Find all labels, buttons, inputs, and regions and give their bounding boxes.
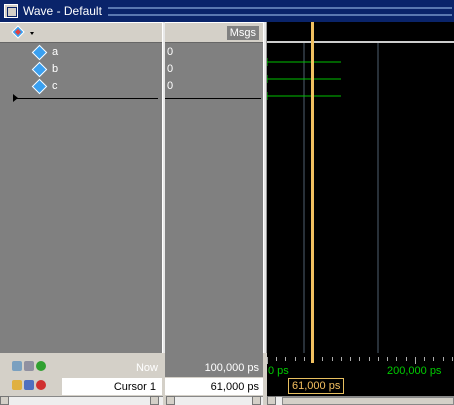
cursor-line[interactable] [311,22,314,353]
window-title: Wave - Default [23,4,102,18]
ruler-tick [341,357,342,361]
msgs-header-label: Msgs [226,25,259,40]
ruler-tick [396,357,397,361]
signal-row-a[interactable]: a [0,43,163,60]
names-divider-line [14,98,158,99]
ruler-cursor-mark [311,353,314,363]
names-scroll-left-button[interactable] [0,396,9,405]
signal-name: b [52,62,59,75]
footer-tool-icons-top [12,361,46,371]
signal-name: c [52,79,58,92]
ruler-tick [276,357,277,361]
signal-group-menu-icon[interactable] [10,24,36,42]
wave-window-icon [4,4,18,18]
values-divider-line [165,98,261,99]
lock-icon[interactable] [12,380,22,390]
signal-value-c: 0 [167,79,174,92]
signal-diamond-icon [32,45,46,59]
wave-settings-icon[interactable] [24,361,34,371]
now-value: 100,000 ps [204,362,259,374]
waveform-canvas[interactable] [267,43,454,353]
signal-diamond-icon [32,62,46,76]
ruler-tick [369,357,370,361]
signal-row-c[interactable]: c [0,77,163,94]
now-label: Now [135,362,158,374]
names-scroll-right-button[interactable] [150,396,159,405]
now-label-cell: Now [100,359,158,377]
remove-cursor-icon[interactable] [36,380,46,390]
footer-tool-icons-bottom [12,380,46,390]
waveform-header [267,22,454,43]
ruler-tick [424,357,425,361]
ruler-label-mid: 200,000 ps [387,365,442,377]
ruler-tick [359,357,360,361]
values-scroll-left-button[interactable] [166,396,175,405]
ruler-tick [443,357,444,361]
cursor-time-readout[interactable]: 61,000 ps [288,378,345,394]
ruler-tick [387,357,388,361]
signal-diamond-icon [32,79,46,93]
signal-row-b[interactable]: b [0,60,163,77]
names-header [0,22,163,43]
ruler-tick [295,357,296,361]
zoom-icon[interactable] [12,361,22,371]
ruler-tick [452,357,453,361]
signal-value-b: 0 [167,62,174,75]
titlebar-grip[interactable] [107,6,452,16]
wave-scroll-left-button[interactable] [267,396,276,405]
ruler-tick [332,357,333,361]
cursor-label-wrap: Cursor 1 [62,378,156,396]
ruler-tick [285,357,286,361]
ruler-tick [378,357,379,361]
ruler-tick [433,357,434,361]
edit-cursor-icon[interactable] [24,380,34,390]
signal-name: a [52,45,59,58]
signal-names-pane[interactable]: a b c [0,22,163,353]
signal-value-a: 0 [167,45,174,58]
window-titlebar[interactable]: Wave - Default [0,0,454,22]
ruler-tick [406,357,407,361]
values-header: Msgs [165,22,263,43]
names-hscrollbar[interactable] [0,396,163,405]
ruler-tick [415,357,416,364]
ruler-tick [267,357,268,364]
cursor-value: 61,000 ps [210,381,259,393]
cursor-label: Cursor 1 [113,381,156,393]
waveform-pane[interactable] [267,22,454,353]
ruler-label-start: 0 ps [268,365,289,377]
ruler-tick [350,357,351,361]
ruler-tick [304,357,305,361]
cursor-value-wrap: 61,000 ps [165,378,259,396]
values-scroll-right-button[interactable] [252,396,261,405]
now-value-wrap: 100,000 ps [165,359,259,377]
ruler-tick [322,357,323,361]
values-hscrollbar[interactable] [166,396,263,405]
wave-scroll-thumb[interactable] [282,397,454,405]
signal-values-pane[interactable]: Msgs 0 0 0 [165,22,263,353]
add-cursor-icon[interactable] [36,361,46,371]
